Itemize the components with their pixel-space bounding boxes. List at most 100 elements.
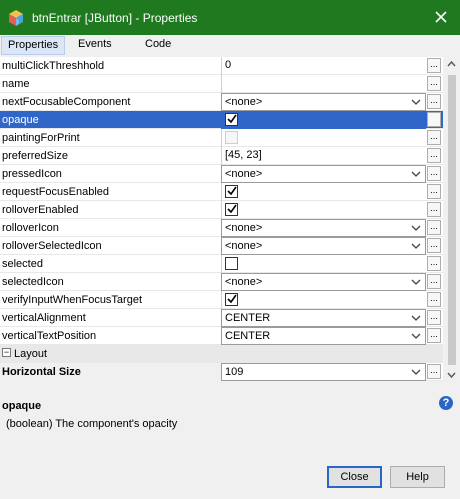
description-text: (boolean) The component's opacity — [6, 418, 178, 430]
ellipsis-button[interactable]: ... — [427, 310, 441, 325]
property-name: rolloverSelectedIcon — [2, 240, 102, 252]
tab-properties[interactable]: Properties — [1, 36, 66, 55]
dropdown-value: <none> — [225, 222, 263, 234]
property-name: requestFocusEnabled — [2, 186, 110, 198]
ellipsis-button[interactable]: ... — [427, 166, 441, 181]
dropdown-value: 109 — [225, 366, 244, 378]
chevron-down-icon[interactable] — [411, 367, 421, 377]
ellipsis-button[interactable]: ... — [427, 292, 441, 307]
property-value-dropdown[interactable]: CENTER — [221, 327, 426, 345]
property-value-cell — [221, 111, 426, 129]
property-value-cell — [221, 291, 426, 309]
checkbox — [225, 131, 238, 144]
section-label: Layout — [14, 348, 48, 360]
property-name: selectedIcon — [2, 276, 64, 288]
scroll-thumb[interactable] — [448, 75, 456, 365]
property-row[interactable]: verticalTextPosition CENTER... — [0, 327, 443, 345]
property-value-cell — [221, 201, 426, 219]
checkbox[interactable] — [225, 257, 238, 270]
ellipsis-button[interactable]: ... — [427, 220, 441, 235]
property-row[interactable]: selectedIcon <none>... — [0, 273, 443, 291]
ellipsis-button[interactable]: ... — [427, 130, 441, 145]
ellipsis-button[interactable]: ... — [427, 256, 441, 271]
chevron-down-icon[interactable] — [411, 277, 421, 287]
ellipsis-button[interactable]: ... — [427, 112, 441, 127]
property-row[interactable]: name... — [0, 75, 443, 93]
tab-bar: Properties Events Code — [0, 35, 460, 57]
checkmark-icon — [227, 114, 237, 124]
ellipsis-button[interactable]: ... — [427, 184, 441, 199]
scroll-down-icon[interactable] — [447, 372, 456, 378]
help-button[interactable]: Help — [390, 466, 445, 488]
dropdown-value: <none> — [225, 276, 263, 288]
property-value-dropdown[interactable]: <none> — [221, 237, 426, 255]
property-row[interactable]: verticalAlignment CENTER... — [0, 309, 443, 327]
chevron-down-icon[interactable] — [411, 313, 421, 323]
checkmark-icon — [227, 186, 237, 196]
chevron-down-icon[interactable] — [411, 97, 421, 107]
property-row[interactable]: opaque... — [0, 111, 443, 129]
chevron-down-icon[interactable] — [411, 223, 421, 233]
property-value-cell — [221, 255, 426, 273]
ellipsis-button[interactable]: ... — [427, 94, 441, 109]
ellipsis-button[interactable]: ... — [427, 364, 441, 379]
property-row[interactable]: nextFocusableComponent <none>... — [0, 93, 443, 111]
property-name: Horizontal Size — [0, 363, 221, 381]
property-name: selected — [2, 258, 43, 270]
property-value-dropdown[interactable]: <none> — [221, 165, 426, 183]
property-value-dropdown[interactable]: 109 — [221, 363, 426, 381]
property-row[interactable]: pressedIcon <none>... — [0, 165, 443, 183]
chevron-down-icon[interactable] — [411, 241, 421, 251]
property-row[interactable]: multiClickThreshhold 0... — [0, 57, 443, 75]
ellipsis-button[interactable]: ... — [427, 58, 441, 73]
scroll-up-icon[interactable] — [447, 61, 456, 67]
property-name: rolloverEnabled — [2, 204, 79, 216]
property-value[interactable]: 0 — [221, 57, 426, 75]
property-name: multiClickThreshhold — [2, 60, 105, 72]
property-grid: multiClickThreshhold 0... name... nextFocus… — [0, 57, 443, 383]
tab-events[interactable]: Events — [72, 36, 118, 55]
property-value-dropdown[interactable]: CENTER — [221, 309, 426, 327]
property-name: rolloverIcon — [2, 222, 59, 234]
ellipsis-button[interactable]: ... — [427, 148, 441, 163]
property-value-dropdown[interactable]: <none> — [221, 93, 426, 111]
property-row[interactable]: Horizontal Size 109... — [0, 363, 443, 381]
tab-code[interactable]: Code — [139, 36, 177, 55]
netbeans-cube-icon — [9, 10, 23, 26]
property-value-cell — [221, 183, 426, 201]
ellipsis-button[interactable]: ... — [427, 238, 441, 253]
property-value[interactable]: [45, 23] — [221, 147, 426, 165]
chevron-down-icon[interactable] — [411, 169, 421, 179]
checkbox[interactable] — [225, 203, 238, 216]
property-row[interactable]: rolloverEnabled... — [0, 201, 443, 219]
help-icon[interactable]: ? — [439, 396, 453, 410]
property-value[interactable] — [221, 75, 426, 93]
checkbox[interactable] — [225, 113, 238, 126]
close-icon[interactable] — [432, 8, 450, 26]
property-row[interactable]: preferredSize [45, 23]... — [0, 147, 443, 165]
property-row[interactable]: requestFocusEnabled... — [0, 183, 443, 201]
ellipsis-button[interactable]: ... — [427, 274, 441, 289]
close-button[interactable]: Close — [327, 466, 382, 488]
property-row[interactable]: rolloverSelectedIcon <none>... — [0, 237, 443, 255]
property-row[interactable]: verifyInputWhenFocusTarget... — [0, 291, 443, 309]
checkbox[interactable] — [225, 185, 238, 198]
property-name: verifyInputWhenFocusTarget — [2, 294, 143, 306]
property-name: nextFocusableComponent — [2, 96, 131, 108]
property-row[interactable]: rolloverIcon <none>... — [0, 219, 443, 237]
ellipsis-button[interactable]: ... — [427, 328, 441, 343]
property-row[interactable]: paintingForPrint... — [0, 129, 443, 147]
vertical-scrollbar[interactable] — [443, 57, 460, 383]
property-value-dropdown[interactable]: <none> — [221, 273, 426, 291]
property-value-dropdown[interactable]: <none> — [221, 219, 426, 237]
chevron-down-icon[interactable] — [411, 331, 421, 341]
property-row-partial — [0, 381, 443, 383]
ellipsis-button[interactable]: ... — [427, 76, 441, 91]
property-row[interactable]: selected... — [0, 255, 443, 273]
checkbox[interactable] — [225, 293, 238, 306]
property-name: opaque — [2, 114, 39, 126]
section-header-layout[interactable]: − Layout — [0, 345, 443, 363]
property-name: verticalAlignment — [2, 312, 86, 324]
property-value-cell — [221, 129, 426, 147]
ellipsis-button[interactable]: ... — [427, 202, 441, 217]
